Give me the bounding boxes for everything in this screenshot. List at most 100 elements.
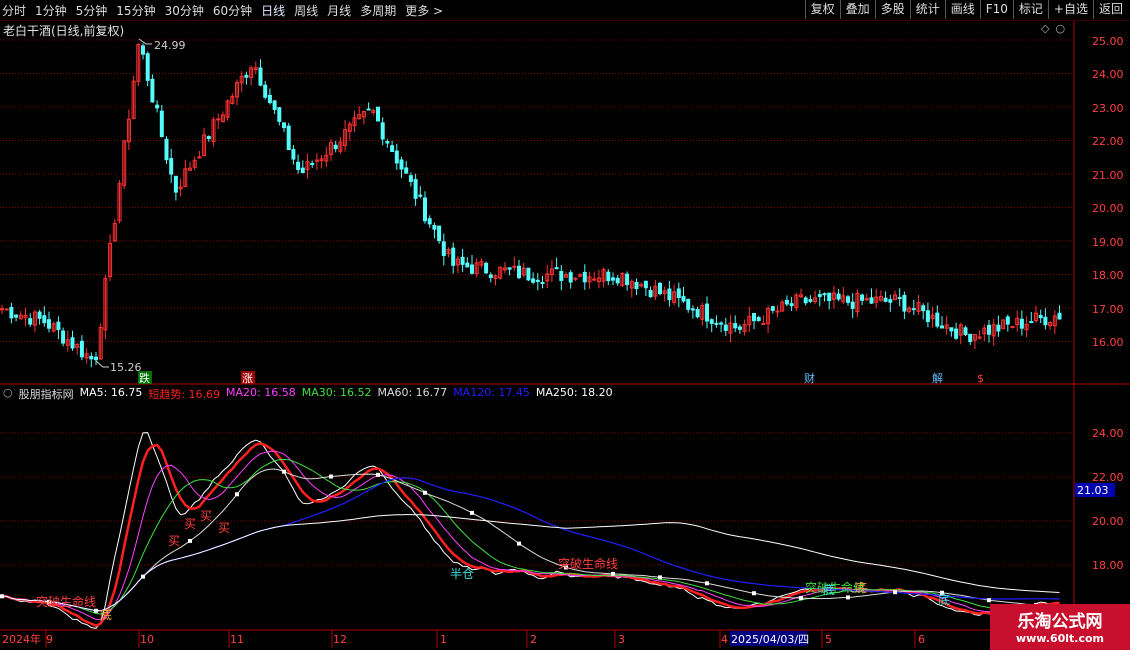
candle-body (385, 141, 390, 144)
candle-body (883, 297, 888, 302)
candle-body (376, 106, 380, 122)
candle-body (244, 74, 249, 78)
ma60-marker (799, 596, 803, 601)
date-highlight: 2025/04/03/四 (731, 633, 809, 646)
candle-body (488, 274, 493, 278)
candle-body (850, 301, 855, 309)
candle-body (681, 295, 686, 302)
candle-body (714, 322, 719, 325)
candle-body (56, 321, 61, 331)
candle-body (817, 294, 822, 297)
indicator-value-0: MA5: 16.75 (79, 386, 143, 399)
candle-body (808, 299, 813, 302)
candle-body (752, 313, 756, 322)
ma60-marker (705, 581, 709, 586)
candle-body (216, 118, 221, 121)
event-marker-die[interactable]: 跌 (139, 371, 150, 385)
candle-body (9, 306, 14, 319)
kline-chart[interactable]: 24.99 15.26 25.00 24.00 23.00 22.00 21.0… (0, 0, 1130, 650)
event-marker-dollar[interactable]: $ (977, 372, 984, 385)
ma60-marker (188, 538, 192, 543)
candle-body (897, 297, 902, 300)
candle-body (470, 264, 474, 274)
ma20-line (1, 450, 1060, 620)
candle-body (300, 167, 305, 174)
candle-body (667, 288, 672, 301)
event-marker-jie[interactable]: 解 (932, 371, 943, 385)
candle-body (775, 310, 780, 313)
candle-body (869, 297, 874, 304)
ma60-marker (423, 490, 427, 495)
candle-body (460, 256, 465, 265)
ind-tick: 18.00 (1092, 559, 1124, 572)
date-label: 6 (918, 633, 925, 646)
candle-body (465, 262, 470, 268)
ma60-marker (94, 608, 98, 613)
candle-body (733, 323, 738, 329)
candle-body (770, 306, 775, 311)
date-label: 5 (825, 633, 832, 646)
candle-body (940, 325, 944, 329)
candle-body (921, 305, 926, 312)
indicator-value-2: MA20: 16.58 (226, 386, 296, 399)
candle-body (258, 67, 263, 86)
price-tick: 25.00 (1092, 35, 1124, 48)
ind-tick: 24.00 (1092, 427, 1124, 440)
ma250-line (1, 514, 1060, 612)
low-label: 15.26 (110, 361, 142, 374)
price-axis: 25.00 24.00 23.00 22.00 21.00 20.00 19.0… (1092, 35, 1124, 349)
candle-body (535, 279, 540, 283)
price-tick: 24.00 (1092, 68, 1124, 81)
candle-body (690, 308, 695, 311)
watermark: 乐淘公式网 www.60lt.com (990, 604, 1130, 650)
candle-body (954, 328, 959, 339)
price-tick: 17.00 (1092, 303, 1124, 316)
candle-body (949, 327, 954, 332)
candle-body (432, 225, 437, 230)
candle-body (418, 194, 423, 197)
candle-body (559, 270, 564, 281)
candle-body (695, 309, 700, 318)
candlesticks (0, 43, 1062, 368)
candle-body (827, 292, 832, 302)
signal-bottom: 底 (100, 607, 112, 622)
candle-body (860, 294, 865, 301)
candle-body (155, 104, 160, 109)
event-marker-zhang[interactable]: 涨 (242, 372, 253, 385)
ma60-marker (517, 541, 521, 546)
indicator-value-4: MA60: 16.77 (377, 386, 448, 399)
candle-body (1043, 316, 1048, 326)
candle-body (902, 294, 907, 312)
candle-body (333, 144, 338, 150)
candle-body (366, 108, 371, 111)
indicator-lines (0, 432, 1060, 629)
indicator-current-value: 21.03 (1077, 484, 1109, 497)
signal-bottom: 底 (823, 582, 835, 597)
candle-body (1029, 321, 1034, 324)
candle-body (836, 293, 841, 300)
candle-body (28, 318, 33, 325)
candle-body (719, 322, 724, 325)
candle-body (286, 125, 291, 151)
date-label: 9 (46, 633, 53, 646)
candle-body (267, 94, 272, 104)
candle-body (0, 308, 4, 311)
signal-buy: 买 (218, 521, 230, 535)
candle-body (282, 122, 286, 129)
indicator-close-icon[interactable]: ○ (3, 386, 13, 402)
candle-body (47, 319, 51, 329)
candle-body (963, 327, 968, 335)
candle-body (526, 267, 531, 281)
candle-body (310, 163, 315, 166)
candle-body (968, 333, 973, 342)
candle-body (568, 272, 573, 283)
event-marker-cai[interactable]: 财 (804, 371, 815, 385)
candle-body (554, 267, 559, 270)
candle-body (159, 110, 164, 138)
candle-body (291, 149, 296, 160)
indicator-name[interactable]: 股朋指标网 (19, 386, 74, 402)
candle-body (61, 330, 66, 344)
candle-body (606, 271, 611, 282)
candle-body (756, 317, 761, 321)
indicator-value-1: 短趋势: 16.69 (148, 388, 221, 401)
